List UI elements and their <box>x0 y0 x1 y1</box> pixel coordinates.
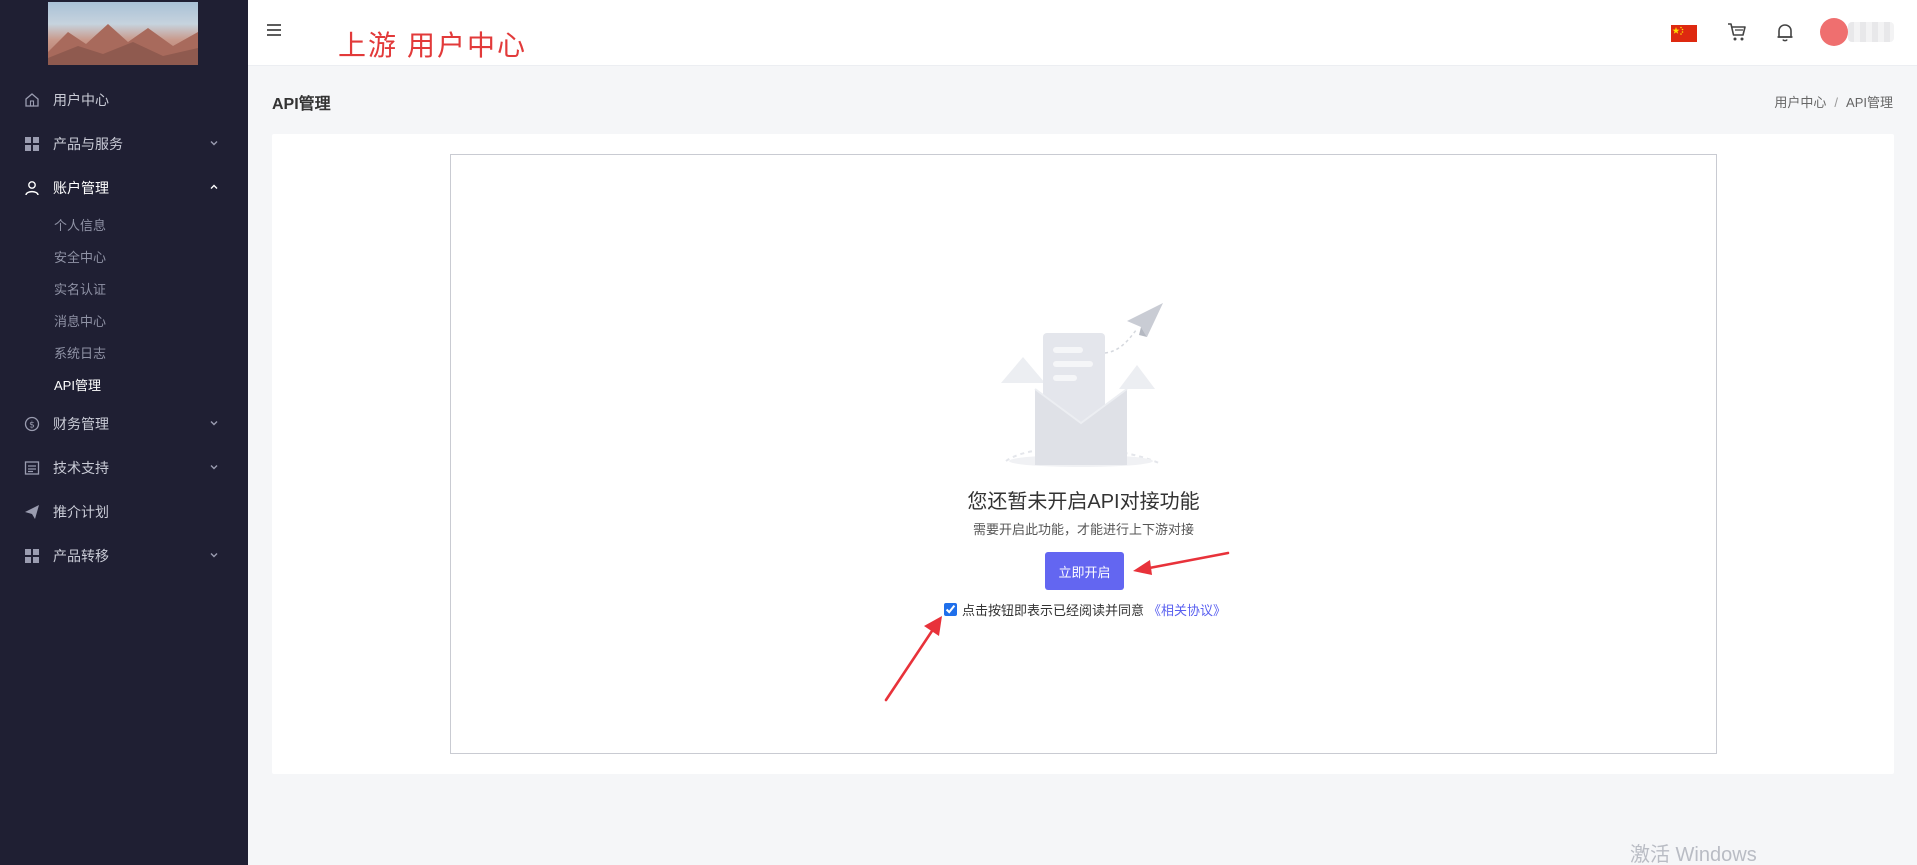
menu-toggle-icon[interactable] <box>266 22 282 38</box>
enable-api-button[interactable]: 立即开启 <box>1045 552 1124 590</box>
sidebar-subitem-profile[interactable]: 个人信息 <box>54 210 248 242</box>
grid-icon <box>24 548 40 564</box>
sidebar-item-label: 财务管理 <box>53 416 109 432</box>
empty-state-frame: 您还暂未开启API对接功能 需要开启此功能，才能进行上下游对接 立即开启 点击按… <box>450 154 1717 754</box>
sidebar-nav: 用户中心 产品与服务 账户管理 个人信息 安全中心 实名认证 消息中心 系统日志… <box>0 78 248 578</box>
sidebar-item-label: 技术支持 <box>53 460 109 476</box>
sidebar-item-label: 用户中心 <box>53 92 109 108</box>
content-card: 您还暂未开启API对接功能 需要开启此功能，才能进行上下游对接 立即开启 点击按… <box>272 134 1894 774</box>
sidebar-item-tech-support[interactable]: 技术支持 <box>0 446 248 490</box>
china-flag-icon[interactable] <box>1671 25 1697 42</box>
agreement-link[interactable]: 《相关协议》 <box>1148 600 1226 619</box>
grid-icon <box>24 136 40 152</box>
sidebar-item-account[interactable]: 账户管理 <box>0 166 248 210</box>
sidebar-item-label: 产品与服务 <box>53 136 123 152</box>
logo-image[interactable] <box>48 2 198 65</box>
sidebar-item-label: 产品转移 <box>53 548 109 564</box>
svg-text:$: $ <box>29 421 35 431</box>
sidebar-subitem-security[interactable]: 安全中心 <box>54 242 248 274</box>
chevron-down-icon <box>210 553 218 558</box>
user-icon <box>24 180 40 196</box>
agreement-text: 点击按钮即表示已经阅读并同意 <box>962 603 1145 618</box>
top-header: 上游 用户中心 <box>248 0 1917 66</box>
agreement-checkbox[interactable] <box>944 603 957 616</box>
cart-icon[interactable] <box>1726 21 1748 43</box>
sidebar-item-product-transfer[interactable]: 产品转移 <box>0 534 248 578</box>
sidebar-item-label: 推介计划 <box>53 504 109 520</box>
breadcrumb-current: API管理 <box>1846 95 1893 110</box>
breadcrumb: 用户中心 / API管理 <box>1774 92 1893 111</box>
breadcrumb-home[interactable]: 用户中心 <box>1774 95 1826 110</box>
dollar-icon: $ <box>24 416 40 432</box>
account-submenu: 个人信息 安全中心 实名认证 消息中心 系统日志 API管理 <box>0 210 248 402</box>
windows-activation-watermark: 激活 Windows <box>1630 844 1757 865</box>
username-redacted[interactable] <box>1848 22 1894 42</box>
sidebar-subitem-system-log[interactable]: 系统日志 <box>54 338 248 370</box>
sidebar-item-label: 账户管理 <box>53 180 109 196</box>
breadcrumb-separator: / <box>1834 95 1839 110</box>
sidebar-subitem-messages[interactable]: 消息中心 <box>54 306 248 338</box>
chevron-down-icon <box>210 141 218 146</box>
chevron-up-icon <box>210 184 218 189</box>
avatar[interactable] <box>1820 18 1848 46</box>
sidebar-item-products[interactable]: 产品与服务 <box>0 122 248 166</box>
page-title: API管理 <box>272 96 331 113</box>
empty-state-title: 您还暂未开启API对接功能 <box>967 491 1200 513</box>
brand-title: 上游 用户中心 <box>338 31 528 62</box>
empty-mail-illustration <box>1001 303 1163 467</box>
home-icon <box>24 92 40 108</box>
chevron-down-icon <box>210 465 218 470</box>
bell-icon[interactable] <box>1774 21 1796 43</box>
paper-plane-icon <box>24 504 40 520</box>
agreement-row[interactable]: 点击按钮即表示已经阅读并同意 《相关协议》 <box>944 600 1226 619</box>
sidebar-item-user-center[interactable]: 用户中心 <box>0 78 248 122</box>
document-icon <box>24 460 40 476</box>
sidebar-subitem-api[interactable]: API管理 <box>54 370 248 402</box>
chevron-down-icon <box>210 421 218 426</box>
sidebar-subitem-verification[interactable]: 实名认证 <box>54 274 248 306</box>
empty-state-subtitle: 需要开启此功能，才能进行上下游对接 <box>972 522 1194 537</box>
sidebar-item-referral[interactable]: 推介计划 <box>0 490 248 534</box>
sidebar: 用户中心 产品与服务 账户管理 个人信息 安全中心 实名认证 消息中心 系统日志… <box>0 0 248 865</box>
sidebar-item-finance[interactable]: $ 财务管理 <box>0 402 248 446</box>
